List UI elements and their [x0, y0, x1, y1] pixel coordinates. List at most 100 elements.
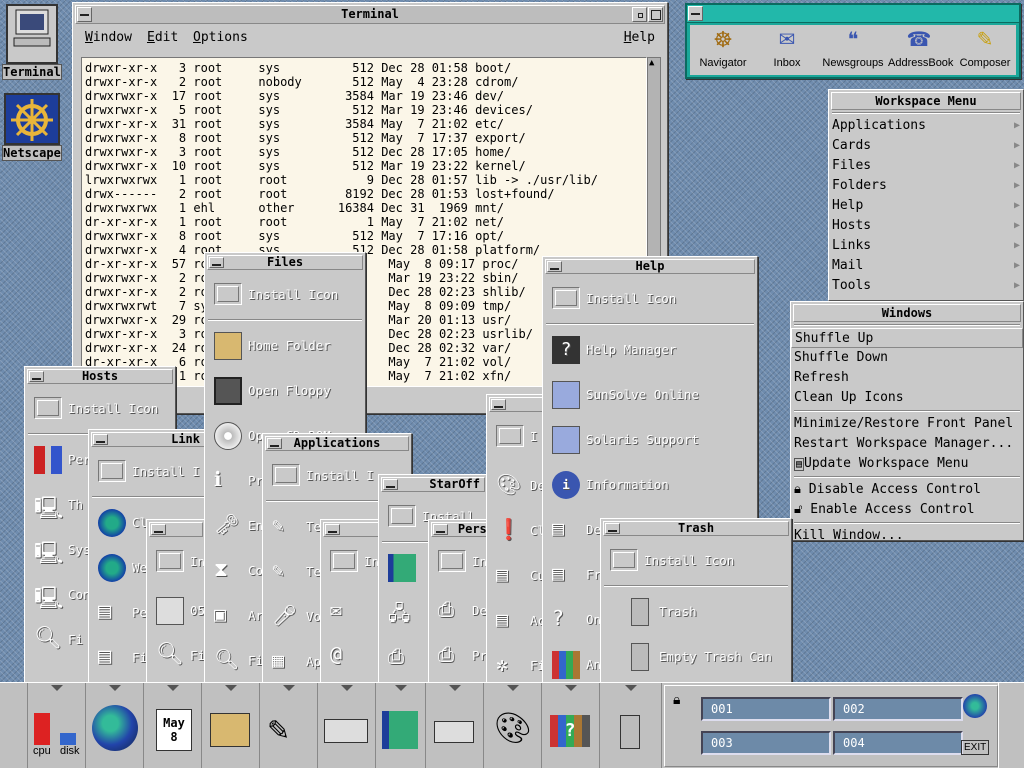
- menu-options[interactable]: Options: [193, 27, 248, 49]
- menu-item-shuffle-up[interactable]: Shuffle Up: [791, 328, 1023, 348]
- staroffice-control[interactable]: [376, 683, 426, 768]
- window-menu-button[interactable]: [433, 524, 448, 535]
- menu-help[interactable]: Help: [624, 27, 655, 49]
- subpanel-arrow[interactable]: [448, 685, 461, 691]
- menu-edit[interactable]: Edit: [147, 27, 178, 49]
- window-menu-button[interactable]: [209, 257, 224, 268]
- trash-control[interactable]: [600, 683, 662, 768]
- subpanel-arrow[interactable]: [108, 685, 121, 691]
- subpanel-arrow[interactable]: [394, 685, 407, 691]
- window-menu-button[interactable]: [688, 6, 703, 21]
- desktop-netscape-icon[interactable]: Netscape: [2, 93, 62, 163]
- files-item-open-floppy[interactable]: Open Floppy: [205, 368, 365, 413]
- mail-item-1[interactable]: ✉: [321, 588, 383, 633]
- menu-item-disable-access-control[interactable]: 🔒︎ Disable Access Control: [791, 480, 1023, 500]
- links-control[interactable]: [86, 683, 144, 768]
- menu-item-update-workspace-menu[interactable]: ▤ Update Workspace Menu: [791, 454, 1023, 474]
- workspace-menu-item-hosts[interactable]: Hosts ▶: [829, 216, 1023, 236]
- help-item-solaris-support[interactable]: Solaris Support: [543, 417, 757, 462]
- desktop-terminal-icon[interactable]: Terminal: [2, 4, 62, 80]
- file-manager-control[interactable]: [202, 683, 260, 768]
- tools-item-4[interactable]: ▤ Ac: [487, 598, 545, 643]
- install-icon-slot[interactable]: In: [147, 539, 205, 584]
- help-item-help-manager[interactable]: ? Help Manager: [543, 327, 757, 372]
- tools-item-3[interactable]: ▤ Cu: [487, 553, 545, 598]
- menu-item-kill-window[interactable]: Kill Window...: [791, 526, 1023, 546]
- subpanel-arrow[interactable]: [340, 685, 353, 691]
- help-item-sunsolve-online[interactable]: SunSolve Online: [543, 372, 757, 417]
- exit-button[interactable]: EXIT: [961, 740, 990, 755]
- install-icon-slot[interactable]: Install Icon: [543, 276, 757, 321]
- menu-item-refresh[interactable]: Refresh: [791, 368, 1023, 388]
- install-icon-slot[interactable]: Install Icon: [601, 538, 791, 583]
- menu-item-enable-access-control[interactable]: 🔓︎ Enable Access Control: [791, 500, 1023, 520]
- workspace-menu-item-files[interactable]: Files ▶: [829, 156, 1023, 176]
- window-menu-button[interactable]: [547, 261, 562, 272]
- window-menu-button[interactable]: [325, 524, 340, 535]
- help-item-information[interactable]: i Information: [543, 462, 757, 507]
- trash-item-empty-trash-can[interactable]: Empty Trash Can: [601, 634, 791, 679]
- cards-item-1[interactable]: 05: [147, 588, 205, 633]
- install-icon-slot[interactable]: I: [487, 414, 545, 459]
- globe-icon[interactable]: [963, 694, 987, 718]
- addressbook-button[interactable]: ☎ AddressBook: [888, 27, 953, 69]
- newsgroups-button[interactable]: ❝ Newsgroups: [822, 27, 884, 69]
- workspace-menu-item-folders[interactable]: Folders ▶: [829, 176, 1023, 196]
- workspace-003[interactable]: 003: [701, 731, 831, 755]
- menu-item-minimize-restore-front-panel[interactable]: Minimize/Restore Front Panel: [791, 414, 1023, 434]
- terminal-line: lrwxrwxrwx 1 root root 9 Dec 28 01:57 li…: [85, 173, 598, 187]
- workspace-menu-item-cards[interactable]: Cards ▶: [829, 136, 1023, 156]
- workspace-menu-item-links[interactable]: Links ▶: [829, 236, 1023, 256]
- install-icon-slot[interactable]: Install Icon: [25, 386, 175, 431]
- cards-item-2[interactable]: 🔍︎ Fi: [147, 633, 205, 678]
- subpanel-arrow[interactable]: [506, 685, 519, 691]
- subpanel-arrow[interactable]: [224, 685, 237, 691]
- printer-control[interactable]: [426, 683, 484, 768]
- window-menu-button[interactable]: [29, 371, 44, 382]
- menu-item-restart-workspace-manager[interactable]: Restart Workspace Manager...: [791, 434, 1023, 454]
- window-menu-button[interactable]: [77, 7, 92, 22]
- tools-item-1[interactable]: 🎨︎ De: [487, 463, 545, 508]
- window-menu-button[interactable]: [605, 523, 620, 534]
- workspace-menu-item-applications[interactable]: Applications ▶: [829, 116, 1023, 136]
- files-item-home-folder[interactable]: Home Folder: [205, 323, 365, 368]
- lock-icon[interactable]: 🔒︎: [673, 692, 680, 708]
- terminal-titlebar[interactable]: Terminal: [75, 5, 665, 24]
- window-menu-button[interactable]: [151, 524, 166, 535]
- install-icon-slot[interactable]: In: [321, 539, 383, 584]
- menu-window[interactable]: Window: [85, 27, 132, 49]
- style-manager-control[interactable]: 🎨︎: [484, 683, 542, 768]
- subpanel-arrow[interactable]: [282, 685, 295, 691]
- window-menu-button[interactable]: [383, 479, 398, 490]
- menu-item-shuffle-down[interactable]: Shuffle Down: [791, 348, 1023, 368]
- subpanel-arrow[interactable]: [166, 685, 179, 691]
- window-menu-button[interactable]: [93, 434, 108, 445]
- mailer-control[interactable]: [318, 683, 376, 768]
- window-menu-button[interactable]: [491, 399, 506, 410]
- workspace-001[interactable]: 001: [701, 697, 831, 721]
- navigator-button[interactable]: ☸ Navigator: [692, 27, 754, 69]
- workspace-menu-item-mail[interactable]: Mail ▶: [829, 256, 1023, 276]
- workspace-menu-item-tools[interactable]: Tools ▶: [829, 276, 1023, 296]
- text-editor-control[interactable]: ✎: [260, 683, 318, 768]
- subpanel-arrow[interactable]: [564, 685, 577, 691]
- menu-item-clean-up-icons[interactable]: Clean Up Icons: [791, 388, 1023, 408]
- workspace-004[interactable]: 004: [833, 731, 963, 755]
- maximize-button[interactable]: [648, 7, 663, 22]
- composer-button[interactable]: ✎ Composer: [954, 27, 1016, 69]
- mail-item-2[interactable]: @: [321, 633, 383, 678]
- install-icon-slot[interactable]: Install Icon: [205, 272, 365, 317]
- minimize-button[interactable]: [632, 7, 647, 22]
- install-icon-slot[interactable]: Install I: [89, 449, 207, 494]
- calendar-control[interactable]: May 8: [144, 683, 202, 768]
- subpanel-arrow[interactable]: [624, 685, 637, 691]
- workspace-menu-item-help[interactable]: Help ▶: [829, 196, 1023, 216]
- subpanel-arrow[interactable]: [50, 685, 63, 691]
- help-manager-control[interactable]: ?: [542, 683, 600, 768]
- cpu-disk-meter[interactable]: cpu disk: [28, 683, 86, 768]
- trash-item-trash[interactable]: Trash: [601, 589, 791, 634]
- inbox-button[interactable]: ✉ Inbox: [756, 27, 818, 69]
- tools-item-2[interactable]: ❗ Cl: [487, 508, 545, 553]
- workspace-002[interactable]: 002: [833, 697, 963, 721]
- window-menu-button[interactable]: [267, 438, 282, 449]
